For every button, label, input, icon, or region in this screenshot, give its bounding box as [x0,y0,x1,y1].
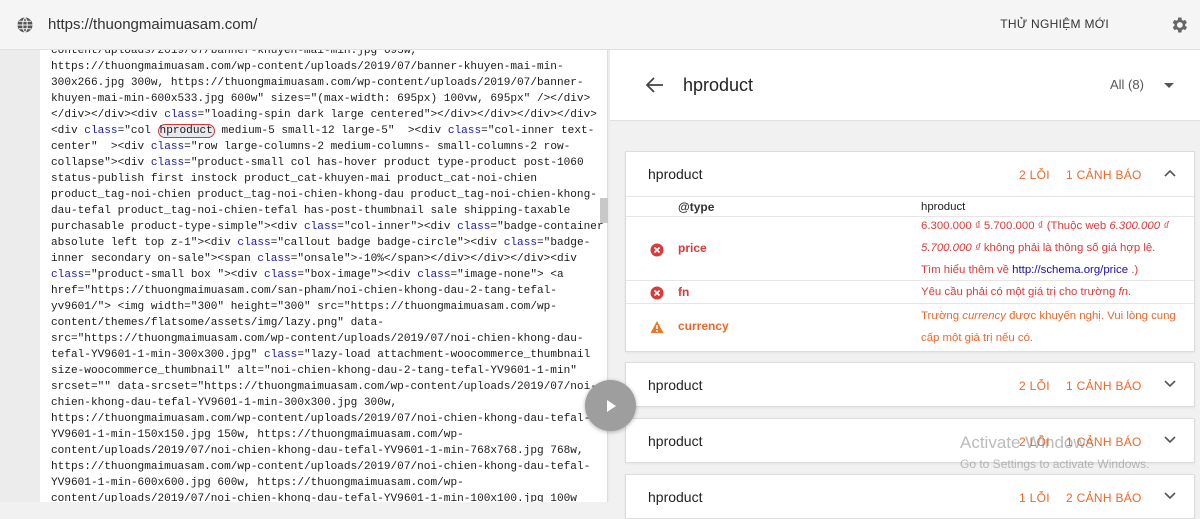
page-title: hproduct [683,75,754,95]
globe-icon [17,16,33,33]
code-line: https://thuongmaimuasam.com/wp-content/u… [51,461,591,473]
message-text: Trường [921,310,963,322]
code-line: YV9601-1-min-600x600.jpg 600w, https://t… [51,477,464,489]
code-line: khuyen-mai-min-600x533.jpg 600w" sizes="… [51,93,591,105]
code-text: content/uploads/2019/07/banner-khuyen-ma… [40,50,607,502]
error-message: 6.300.000 ₫ 5.700.000 ₫ (Thuộc web 6.300… [921,215,1176,281]
code-line: collapse"><div class="product-small col … [51,157,584,169]
card-title: hproduct [648,489,703,505]
item-card[interactable]: hproduct 1 LỖI 2 CẢNH BÁO [625,474,1195,519]
property-key: fn [678,285,690,299]
code-line: https://thuongmaimuasam.com/wp-content/u… [51,61,564,73]
code-line: yv9601/"> <img width="300" height="300" … [51,301,557,313]
message-emphasis: fn [1118,286,1128,298]
message-text: .) [1128,264,1139,276]
gear-icon[interactable] [1169,15,1189,35]
table-row: @type hproduct [626,197,1194,217]
card-title: hproduct [648,377,703,393]
property-key: @type [678,200,715,214]
code-line: purchasable product-type-simple"><div cl… [51,221,604,233]
filter-select[interactable]: All (8) [1110,77,1144,92]
source-code[interactable]: content/uploads/2019/07/banner-khuyen-ma… [40,50,608,502]
code-line: inner secondary on-sale"><span class="on… [51,253,577,265]
error-message: Yêu cầu phải có một giá trị cho trường f… [921,281,1176,303]
results-header: hproduct All (8) [610,50,1200,121]
play-icon [606,399,616,412]
message-text: Yêu cầu phải có một giá trị cho trường [921,286,1119,298]
code-line: YV9601-1-min-150x150.jpg 150w, https://t… [51,429,464,441]
code-line: src="https://thuongmaimuasam.com/wp-cont… [51,333,584,345]
url-bar: https://thuongmaimuasam.com/ THỬ NGHIỆM … [0,0,1200,50]
property-key: currency [678,319,729,333]
activation-watermark-hint: Go to Settings to activate Windows. [960,457,1150,471]
source-pane: content/uploads/2019/07/banner-khuyen-ma… [0,50,610,502]
results-pane: hproduct All (8) hproduct 2 LỖI 1 CẢNH B… [610,50,1200,519]
schema-link[interactable]: http://schema.org/price [1012,264,1128,276]
card-header[interactable]: hproduct 1 LỖI 2 CẢNH BÁO [626,475,1194,519]
chevron-down-icon[interactable] [1164,436,1176,444]
code-line: content/uploads/2019/07/banner-khuyen-ma… [51,50,418,57]
error-icon [650,286,664,300]
code-line: content/uploads/2019/07/noi-chien-khong-… [51,445,584,457]
code-line: tefal-YV9601-1-min-300x300.jpg" class="l… [51,349,591,361]
warning-count: 2 CẢNH BÁO [1066,491,1142,505]
warning-message: Trường currency được khuyến nghị. Vui lò… [921,305,1176,349]
chevron-down-icon[interactable] [1164,380,1176,388]
code-line: </div></div><div class="loading-spin dar… [51,109,597,121]
code-line: 300x266.jpg 300w, https://thuongmaimuasa… [51,77,584,89]
code-line: class="product-small box "><div class="b… [51,269,564,281]
chevron-down-icon[interactable] [1164,492,1176,500]
code-line: absolute left top z-1"><div class="callo… [51,237,591,249]
chevron-up-icon[interactable] [1164,169,1176,177]
message-emphasis: currency [962,310,1006,322]
error-count: 2 LỖI [1019,379,1050,393]
code-line: <div class="col hproduct medium-5 small-… [51,124,595,138]
code-line: status-publish first instock product_cat… [51,173,537,185]
item-card: hproduct 2 LỖI 1 CẢNH BÁO @type hproduct… [625,151,1195,352]
property-key: price [678,241,707,255]
code-scrollbar[interactable] [600,198,608,223]
error-icon [650,243,664,257]
code-line: product_tag-noi-chien product_tag-noi-ch… [51,189,597,201]
error-count: 1 LỖI [1019,491,1050,505]
caret-down-icon[interactable] [1164,83,1174,88]
property-table: @type hproduct price 6.300.000 ₫ 5.700.0… [626,196,1194,350]
highlighted-token: hproduct [157,124,215,138]
code-line: srcset="" data-srcset="https://thuongmai… [51,381,597,393]
code-line: content/uploads/2019/07/noi-chien-khong-… [51,493,577,502]
run-test-button[interactable] [585,380,636,431]
code-line: content/themes/flatsome/assets/img/lazy.… [51,317,384,329]
warning-icon [650,321,664,333]
card-header[interactable]: hproduct 2 LỖI 1 CẢNH BÁO [626,152,1194,196]
warning-count: 1 CẢNH BÁO [1066,168,1142,182]
code-line: href="https://thuongmaimuasam.com/san-ph… [51,285,557,297]
code-line: size-woocommerce_thumbnail" alt="noi-chi… [51,365,577,377]
code-line: https://thuongmaimuasam.com/wp-content/u… [51,413,591,425]
error-count: 2 LỖI [1019,168,1050,182]
code-line: center" ><div class="row large-columns-2… [51,141,571,153]
message-text: . [1127,286,1132,298]
activation-watermark: Activate Windows [960,433,1095,452]
message-text: 6.300.000 ₫ 5.700.000 ₫ (Thuộc web [921,220,1110,232]
table-row: fn Yêu cầu phải có một giá trị cho trườn… [626,281,1194,304]
card-title: hproduct [648,166,703,182]
item-card[interactable]: hproduct 2 LỖI 1 CẢNH BÁO [625,362,1195,407]
code-line: dau-tefal product_tag-noi-chien-tefal ha… [51,205,571,217]
card-title: hproduct [648,433,703,449]
table-row: currency Trường currency được khuyến ngh… [626,304,1194,350]
try-new-button[interactable]: THỬ NGHIỆM MỚI [1000,17,1109,31]
card-header[interactable]: hproduct 2 LỖI 1 CẢNH BÁO [626,363,1194,407]
table-row: price 6.300.000 ₫ 5.700.000 ₫ (Thuộc web… [626,217,1194,281]
url-text[interactable]: https://thuongmaimuasam.com/ [48,16,257,33]
code-line: chien-khong-dau-tefal-YV9601-1-min-300x3… [51,397,398,409]
back-arrow-icon[interactable] [646,77,664,93]
warning-count: 1 CẢNH BÁO [1066,379,1142,393]
